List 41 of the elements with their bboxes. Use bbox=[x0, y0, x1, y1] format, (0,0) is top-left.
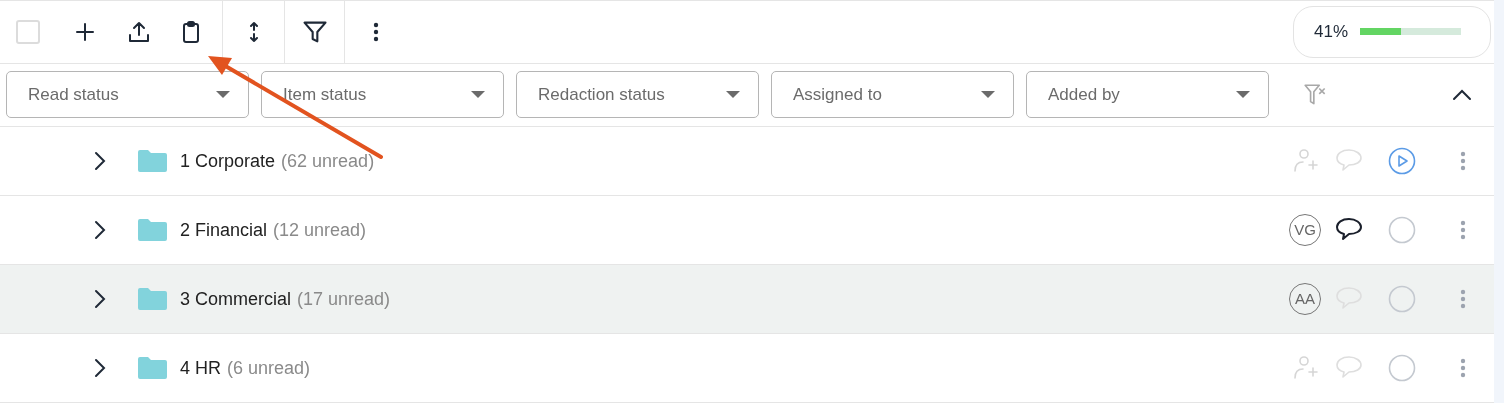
filter-dropdown[interactable]: Redaction status bbox=[516, 71, 759, 119]
empty-circle-icon[interactable] bbox=[1388, 216, 1416, 244]
folder-icon bbox=[138, 357, 167, 379]
unread-count: (12 unread) bbox=[273, 218, 367, 242]
chevron-right-icon[interactable] bbox=[92, 358, 108, 378]
filter-dropdown[interactable]: Added by bbox=[1026, 71, 1269, 119]
add-user-icon[interactable] bbox=[1291, 147, 1319, 175]
empty-circle-icon[interactable] bbox=[1388, 354, 1416, 382]
chevron-right-icon[interactable] bbox=[92, 151, 108, 171]
row-more-icon[interactable] bbox=[1460, 358, 1466, 378]
select-all-checkbox[interactable] bbox=[16, 19, 40, 44]
dropdown-caret-icon bbox=[981, 90, 995, 99]
row-more-icon[interactable] bbox=[1460, 289, 1466, 309]
unread-count: (17 unread) bbox=[297, 287, 391, 311]
add-user-icon[interactable] bbox=[1291, 354, 1319, 382]
chevron-right-icon[interactable] bbox=[92, 220, 108, 240]
dropdown-caret-icon bbox=[1236, 90, 1250, 99]
dropdown-caret-icon bbox=[471, 90, 485, 99]
progress-reading: 41% bbox=[1314, 21, 1349, 43]
folder-icon bbox=[138, 219, 167, 241]
filter-dropdown[interactable]: Item status bbox=[261, 71, 504, 119]
dropdown-caret-icon bbox=[726, 90, 740, 99]
chevron-right-icon[interactable] bbox=[92, 289, 108, 309]
upload-icon[interactable] bbox=[127, 19, 151, 44]
play-circle-icon[interactable] bbox=[1388, 147, 1416, 175]
folder-name: 4 HR bbox=[180, 356, 221, 380]
row-more-icon[interactable] bbox=[1460, 220, 1466, 240]
dropdown-caret-icon bbox=[216, 90, 230, 99]
unread-count: (62 unread) bbox=[281, 149, 375, 173]
folder-name: 2 Financial bbox=[180, 218, 268, 242]
row-more-icon[interactable] bbox=[1460, 151, 1466, 171]
folder-row[interactable]: 3 Commercial (17 unread) AA bbox=[0, 265, 1494, 334]
filter-dropdown[interactable]: Assigned to bbox=[771, 71, 1014, 119]
unread-count: (6 unread) bbox=[227, 356, 311, 380]
folder-icon bbox=[138, 288, 167, 310]
filter-dropdown[interactable]: Read status bbox=[6, 71, 249, 119]
more-icon[interactable] bbox=[372, 21, 379, 42]
folder-icon bbox=[138, 150, 167, 172]
folder-name: 3 Commercial bbox=[180, 287, 292, 311]
empty-circle-icon[interactable] bbox=[1388, 285, 1416, 313]
folder-name: 1 Corporate bbox=[180, 149, 276, 173]
